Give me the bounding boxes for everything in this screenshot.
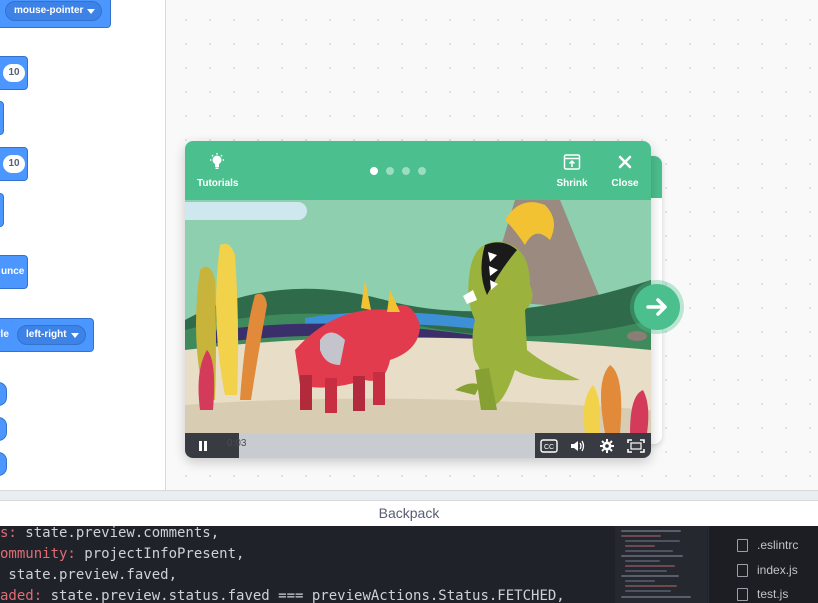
page-dot-4[interactable] xyxy=(418,167,426,175)
code-editor[interactable]: s: state.preview.comments, ommunity: pro… xyxy=(0,526,818,603)
arrow-right-icon xyxy=(646,298,667,316)
motion-block-2[interactable] xyxy=(0,101,4,135)
reporter-block-2[interactable] xyxy=(0,417,7,441)
tutorials-label: Tutorials xyxy=(197,178,239,189)
file-tree: .eslintrc index.js test.js xyxy=(708,526,818,603)
tutorials-button[interactable]: Tutorials xyxy=(197,153,239,189)
file-item-eslintrc[interactable]: .eslintrc xyxy=(737,538,799,552)
tutorial-header: Tutorials Shrink Close xyxy=(185,141,651,200)
dinosaur-scene-illustration xyxy=(185,200,651,433)
file-name: .eslintrc xyxy=(757,538,799,552)
reporter-block-1[interactable] xyxy=(0,382,7,406)
fullscreen-icon[interactable] xyxy=(627,439,645,453)
motion-block-1[interactable]: 10 xyxy=(0,56,28,90)
file-item-test[interactable]: test.js xyxy=(737,587,789,601)
file-name: index.js xyxy=(757,563,798,577)
reporter-block-3[interactable] xyxy=(0,452,7,476)
file-item-index[interactable]: index.js xyxy=(737,563,798,577)
page-dot-3[interactable] xyxy=(402,167,410,175)
number-input[interactable]: 10 xyxy=(3,64,25,82)
volume-icon[interactable] xyxy=(569,439,587,453)
file-name: test.js xyxy=(757,587,789,601)
lightbulb-icon xyxy=(210,153,224,169)
file-icon xyxy=(737,564,748,577)
code-minimap[interactable] xyxy=(615,526,707,603)
rotation-style-dropdown[interactable]: left-right xyxy=(17,325,86,345)
mouse-pointer-dropdown[interactable]: mouse-pointer xyxy=(5,1,103,21)
backpack-header[interactable]: Backpack xyxy=(0,500,818,526)
set-rotation-style-block[interactable]: yle left-right xyxy=(0,318,94,352)
svg-text:CC: CC xyxy=(544,444,554,451)
blocks-palette: mouse-pointer 10 10 unce yle left-right xyxy=(0,0,166,490)
pause-icon[interactable] xyxy=(197,440,209,452)
motion-block-3[interactable]: 10 xyxy=(0,147,28,181)
video-time: 0:03 xyxy=(227,438,247,449)
closed-captions-icon[interactable]: CC xyxy=(540,439,558,453)
bounce-label: unce xyxy=(1,266,25,277)
shrink-label: Shrink xyxy=(556,178,588,189)
page-dot-1[interactable] xyxy=(370,167,378,175)
code-line: aded: state.preview.status.faved === pre… xyxy=(0,588,565,603)
page-dot-2[interactable] xyxy=(386,167,394,175)
shrink-button[interactable]: Shrink xyxy=(554,153,590,189)
tutorial-video[interactable] xyxy=(185,200,651,433)
file-icon xyxy=(737,539,748,552)
settings-gear-icon[interactable] xyxy=(599,438,615,454)
rotation-style-label: yle xyxy=(0,329,9,340)
close-label: Close xyxy=(611,178,639,189)
file-icon xyxy=(737,588,748,601)
next-step-button[interactable] xyxy=(634,284,680,330)
code-line: s: state.preview.comments, xyxy=(0,526,220,541)
motion-block-4[interactable] xyxy=(0,193,4,227)
backpack-label: Backpack xyxy=(378,505,440,521)
code-line: state.preview.faved, xyxy=(0,567,178,583)
shrink-icon xyxy=(563,154,581,170)
close-icon xyxy=(618,155,632,169)
code-line: ommunity: projectInfoPresent, xyxy=(0,546,245,562)
number-input[interactable]: 10 xyxy=(3,155,25,173)
video-controls: 0:03 CC xyxy=(185,433,651,458)
close-button[interactable]: Close xyxy=(609,153,641,189)
tutorial-card: Tutorials Shrink Close 0:03 CC xyxy=(185,141,651,458)
if-on-edge-bounce-block[interactable]: unce xyxy=(0,255,28,289)
touching-block[interactable]: mouse-pointer xyxy=(0,0,111,28)
